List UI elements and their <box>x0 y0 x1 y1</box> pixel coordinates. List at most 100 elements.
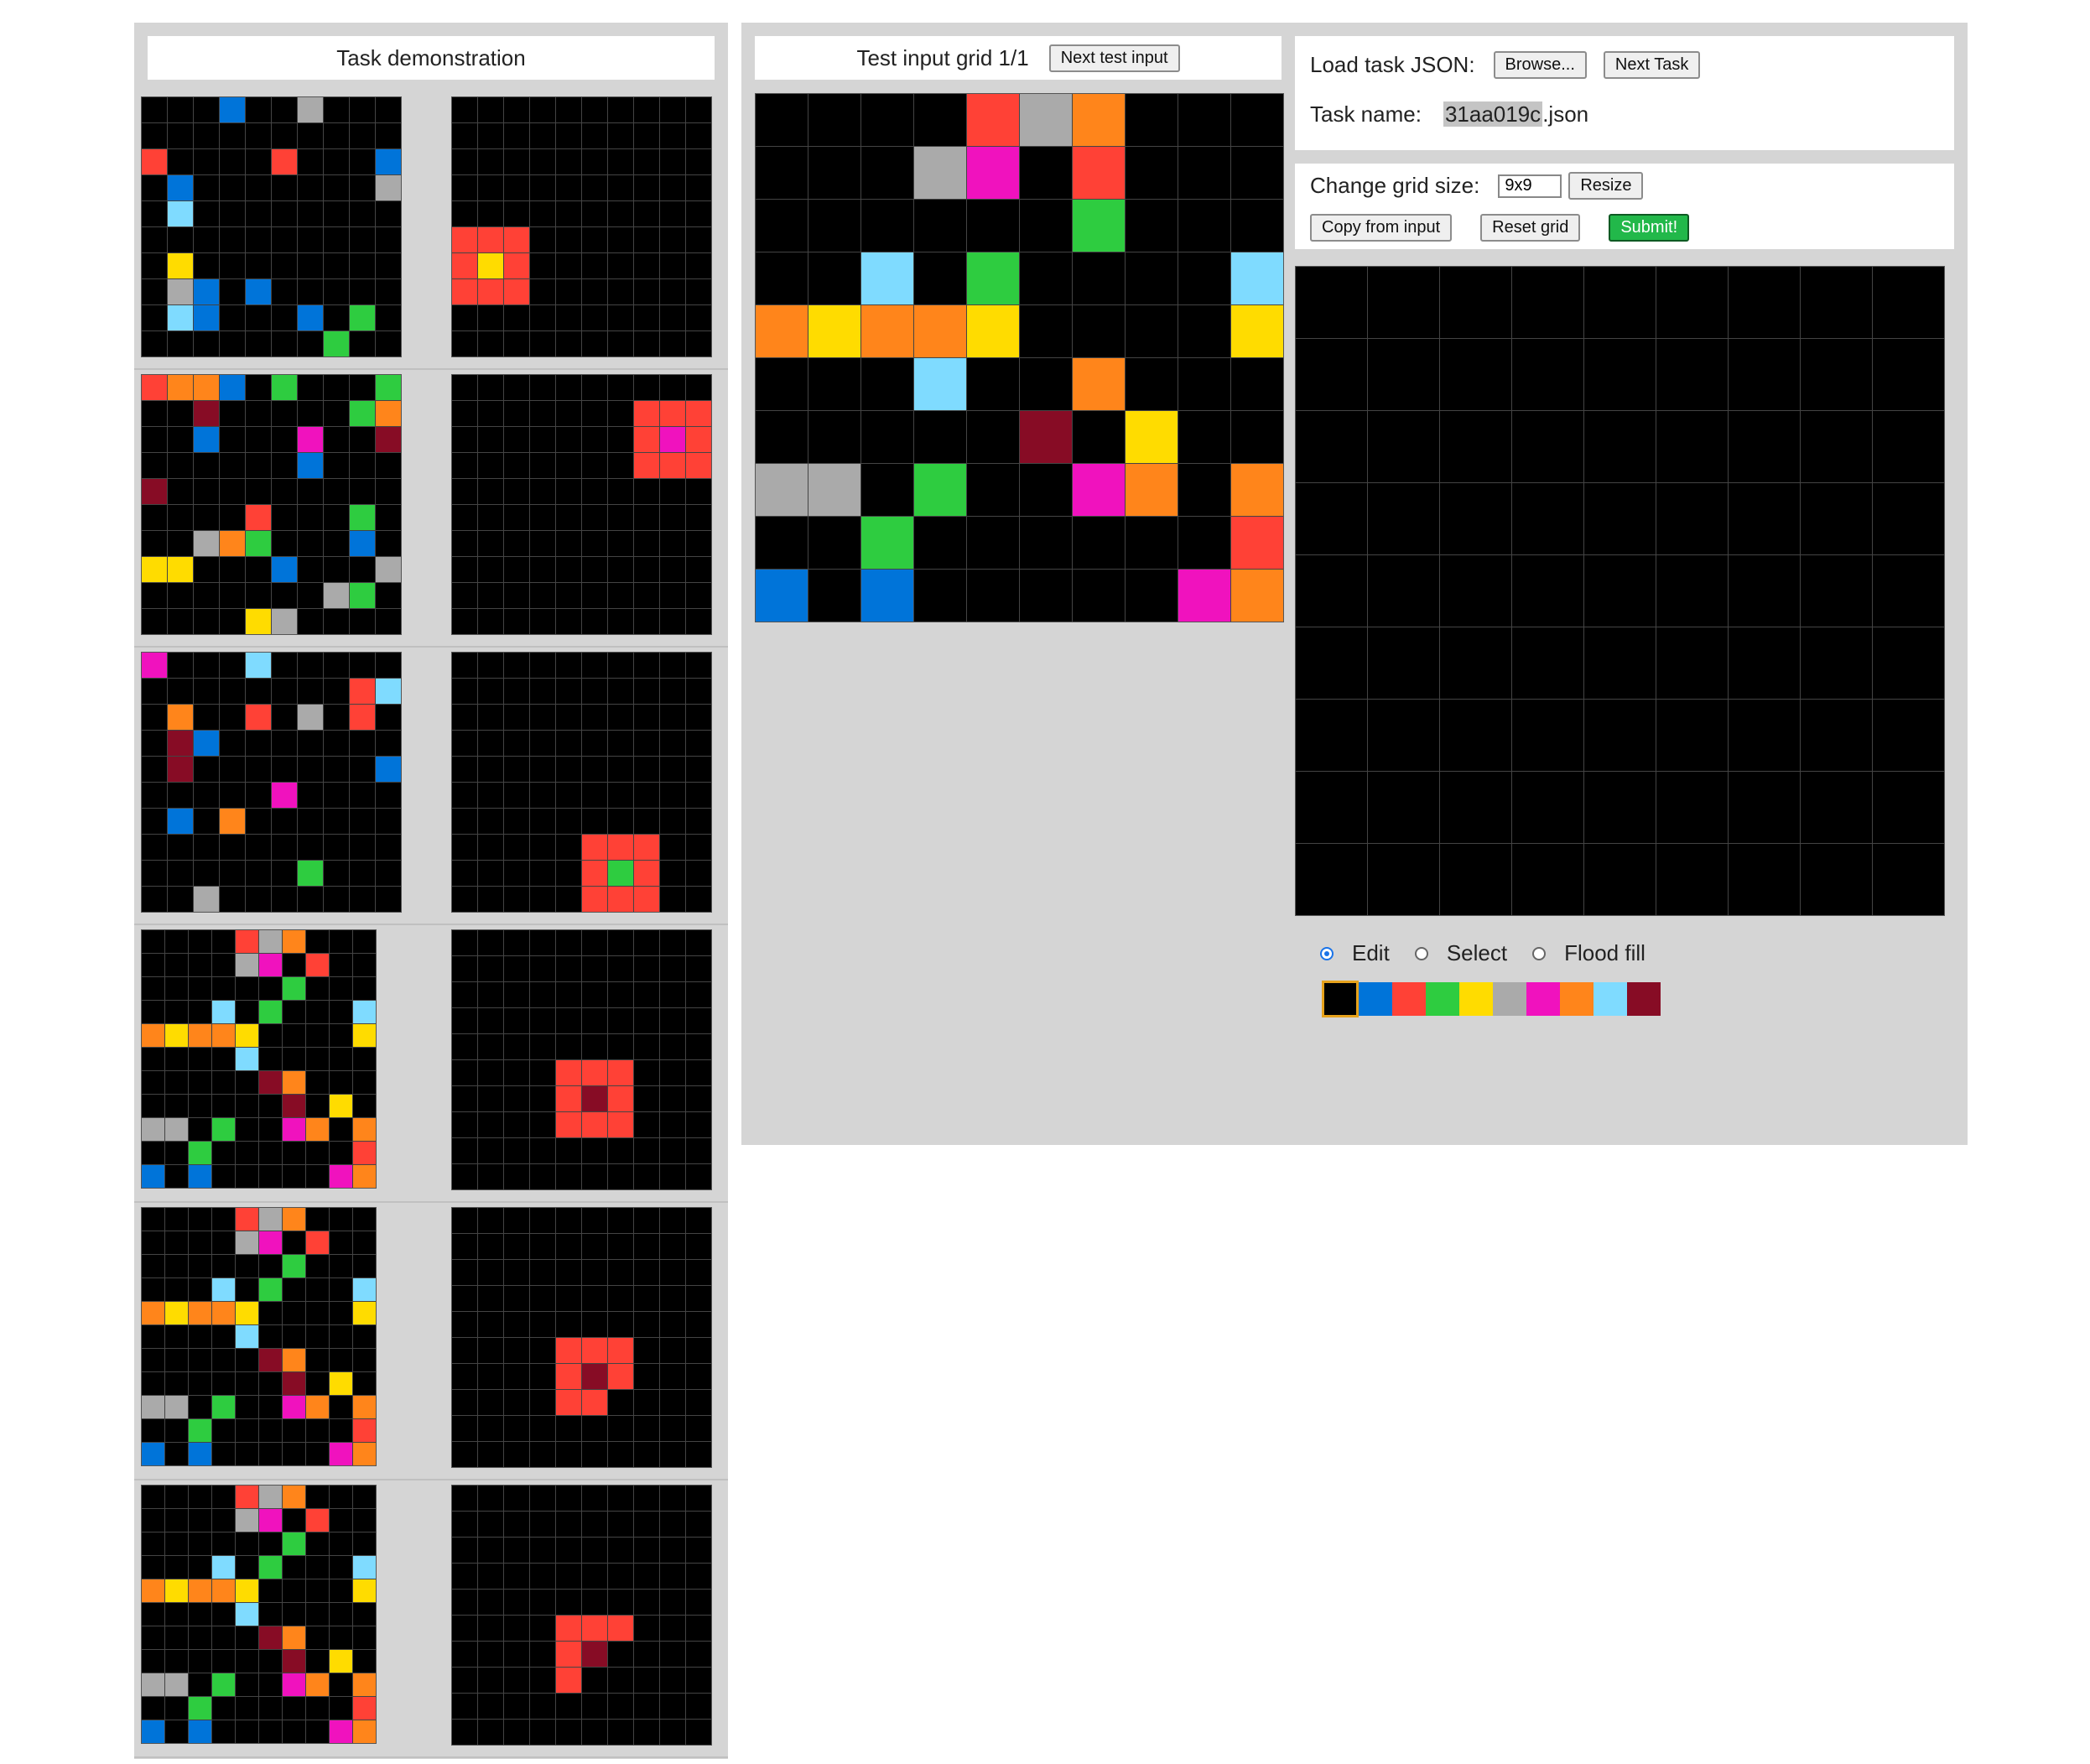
color-swatch[interactable] <box>1392 982 1426 1016</box>
output-cell[interactable] <box>1729 483 1800 554</box>
output-cell[interactable] <box>1440 700 1511 771</box>
output-cell[interactable] <box>1440 483 1511 554</box>
color-swatch[interactable] <box>1627 982 1661 1016</box>
output-cell[interactable] <box>1512 627 1583 699</box>
output-cell[interactable] <box>1296 483 1367 554</box>
output-cell[interactable] <box>1801 700 1872 771</box>
select-mode-radio[interactable] <box>1414 946 1428 960</box>
output-cell[interactable] <box>1368 772 1439 843</box>
output-cell[interactable] <box>1729 411 1800 482</box>
output-cell[interactable] <box>1512 339 1583 410</box>
output-cell[interactable] <box>1440 772 1511 843</box>
output-cell[interactable] <box>1656 772 1728 843</box>
resize-button[interactable]: Resize <box>1568 172 1644 200</box>
output-cell[interactable] <box>1584 267 1656 338</box>
edit-mode-radio[interactable] <box>1320 946 1334 960</box>
color-swatch[interactable] <box>1593 982 1627 1016</box>
reset-grid-button[interactable]: Reset grid <box>1480 214 1581 242</box>
output-cell[interactable] <box>1296 411 1367 482</box>
output-cell[interactable] <box>1440 411 1511 482</box>
output-cell[interactable] <box>1656 844 1728 915</box>
color-swatch[interactable] <box>1322 981 1359 1017</box>
output-cell[interactable] <box>1584 700 1656 771</box>
next-task-button[interactable]: Next Task <box>1603 51 1701 79</box>
output-cell[interactable] <box>1368 844 1439 915</box>
output-cell[interactable] <box>1873 627 1944 699</box>
output-cell[interactable] <box>1512 844 1583 915</box>
output-cell[interactable] <box>1801 267 1872 338</box>
output-cell[interactable] <box>1512 267 1583 338</box>
output-cell[interactable] <box>1656 483 1728 554</box>
output-cell[interactable] <box>1584 772 1656 843</box>
output-cell[interactable] <box>1512 555 1583 627</box>
output-cell[interactable] <box>1801 555 1872 627</box>
output-edit-grid[interactable] <box>1295 266 1945 916</box>
output-cell[interactable] <box>1296 267 1367 338</box>
output-cell[interactable] <box>1656 555 1728 627</box>
output-cell[interactable] <box>1873 267 1944 338</box>
output-cell[interactable] <box>1656 627 1728 699</box>
output-cell[interactable] <box>1584 339 1656 410</box>
output-cell[interactable] <box>1512 411 1583 482</box>
next-test-input-button[interactable]: Next test input <box>1048 44 1180 72</box>
color-swatch[interactable] <box>1359 982 1392 1016</box>
output-cell[interactable] <box>1873 483 1944 554</box>
output-cell[interactable] <box>1440 844 1511 915</box>
output-cell[interactable] <box>1729 627 1800 699</box>
output-cell[interactable] <box>1512 772 1583 843</box>
flood-fill-mode-radio[interactable] <box>1532 946 1547 960</box>
output-cell[interactable] <box>1296 844 1367 915</box>
output-cell[interactable] <box>1801 627 1872 699</box>
output-cell[interactable] <box>1584 411 1656 482</box>
output-cell[interactable] <box>1729 555 1800 627</box>
output-cell[interactable] <box>1873 772 1944 843</box>
output-cell[interactable] <box>1729 772 1800 843</box>
output-cell[interactable] <box>1440 555 1511 627</box>
output-cell[interactable] <box>1729 267 1800 338</box>
output-cell[interactable] <box>1440 339 1511 410</box>
output-cell[interactable] <box>1584 555 1656 627</box>
output-cell[interactable] <box>1584 844 1656 915</box>
output-grid[interactable] <box>1295 266 1945 916</box>
output-cell[interactable] <box>1584 627 1656 699</box>
output-cell[interactable] <box>1656 700 1728 771</box>
output-cell[interactable] <box>1801 411 1872 482</box>
output-cell[interactable] <box>1296 700 1367 771</box>
output-cell[interactable] <box>1801 483 1872 554</box>
output-cell[interactable] <box>1729 844 1800 915</box>
output-cell[interactable] <box>1368 627 1439 699</box>
output-cell[interactable] <box>1296 772 1367 843</box>
output-cell[interactable] <box>1368 267 1439 338</box>
output-cell[interactable] <box>1729 339 1800 410</box>
grid-size-input[interactable] <box>1498 174 1562 198</box>
output-cell[interactable] <box>1368 411 1439 482</box>
output-cell[interactable] <box>1296 627 1367 699</box>
output-cell[interactable] <box>1873 411 1944 482</box>
output-cell[interactable] <box>1801 339 1872 410</box>
output-cell[interactable] <box>1873 844 1944 915</box>
color-swatch[interactable] <box>1459 982 1493 1016</box>
output-cell[interactable] <box>1440 267 1511 338</box>
output-cell[interactable] <box>1801 772 1872 843</box>
output-cell[interactable] <box>1873 700 1944 771</box>
output-cell[interactable] <box>1656 339 1728 410</box>
output-cell[interactable] <box>1296 339 1367 410</box>
output-cell[interactable] <box>1656 267 1728 338</box>
output-cell[interactable] <box>1512 700 1583 771</box>
output-cell[interactable] <box>1801 844 1872 915</box>
output-cell[interactable] <box>1296 555 1367 627</box>
output-cell[interactable] <box>1368 339 1439 410</box>
output-cell[interactable] <box>1512 483 1583 554</box>
submit-button[interactable]: Submit! <box>1609 214 1690 242</box>
color-swatch[interactable] <box>1526 982 1560 1016</box>
output-cell[interactable] <box>1368 700 1439 771</box>
output-cell[interactable] <box>1368 555 1439 627</box>
output-cell[interactable] <box>1729 700 1800 771</box>
browse-button[interactable]: Browse... <box>1493 51 1587 79</box>
copy-from-input-button[interactable]: Copy from input <box>1310 214 1453 242</box>
output-cell[interactable] <box>1440 627 1511 699</box>
output-cell[interactable] <box>1656 411 1728 482</box>
color-swatch[interactable] <box>1426 982 1459 1016</box>
output-cell[interactable] <box>1368 483 1439 554</box>
color-swatch[interactable] <box>1560 982 1593 1016</box>
